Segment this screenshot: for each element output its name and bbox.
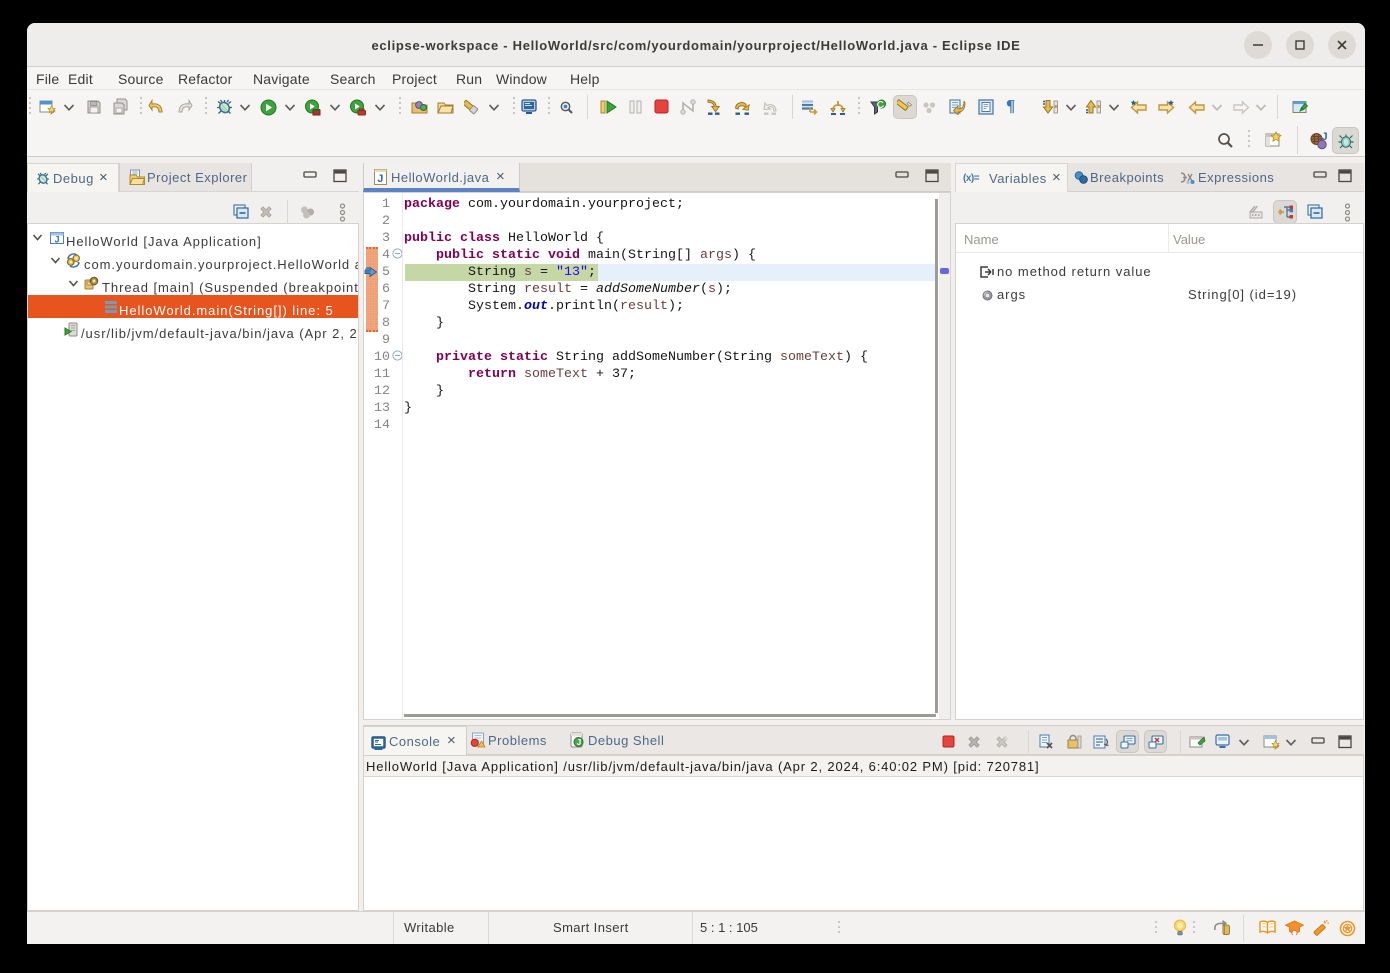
svg-text:J: J bbox=[577, 738, 581, 747]
svg-text:J: J bbox=[55, 235, 60, 245]
svg-text:J: J bbox=[377, 173, 383, 185]
svg-text:J: J bbox=[1322, 131, 1328, 143]
